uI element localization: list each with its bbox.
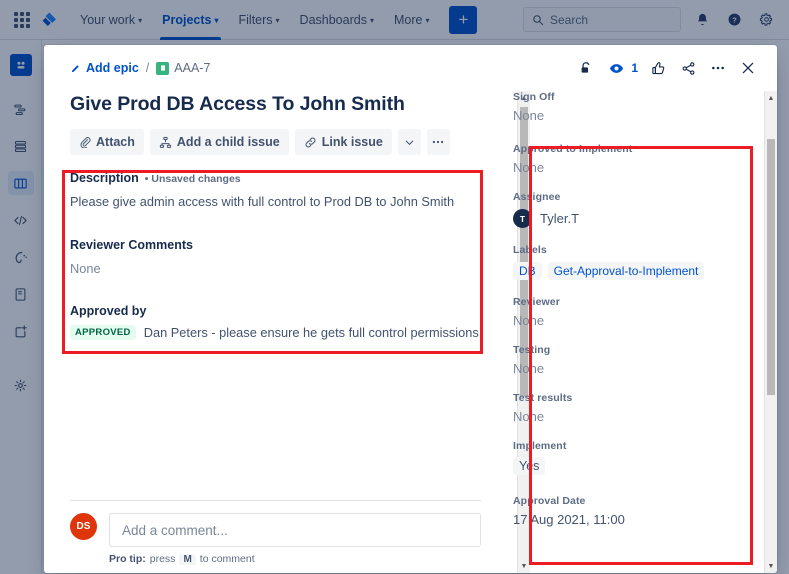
field-value[interactable]: None [513, 108, 757, 123]
story-icon [156, 61, 170, 75]
field-approved-to-implement: Approved to Implement None [513, 143, 757, 175]
pro-tip-mid: press [149, 553, 176, 565]
issue-title: Give Prod DB Access To John Smith [70, 93, 405, 115]
approved-by-text[interactable]: Dan Peters - please ensure he gets full … [144, 325, 479, 340]
more-ellipsis-icon [433, 140, 444, 144]
field-test-results: Test results None [513, 392, 757, 424]
attach-label: Attach [96, 135, 135, 149]
pro-tip: Pro tip: press M to comment [109, 553, 481, 565]
field-assignee: Assignee T Tyler.T [513, 191, 757, 228]
reviewer-comments-body[interactable]: None [70, 260, 481, 279]
avatar: T [513, 209, 532, 228]
attach-button[interactable]: Attach [70, 129, 144, 155]
field-value[interactable]: 17 Aug 2021, 11:00 [513, 512, 757, 527]
pencil-icon [71, 64, 79, 72]
description-section: Description • Unsaved changes Please giv… [70, 171, 481, 212]
field-labels: Labels DB Get-Approval-to-Implement [513, 244, 757, 280]
modal-header-actions: 1 [573, 55, 761, 81]
unsaved-changes-text: Unsaved changes [151, 173, 241, 185]
details-scrollbar[interactable]: ▲ ▼ [764, 91, 777, 573]
comment-area: DS Add a comment... Pro tip: press M to … [70, 500, 481, 573]
unlock-icon[interactable] [573, 55, 599, 81]
field-approval-date: Approval Date 17 Aug 2021, 11:00 [513, 495, 757, 527]
issue-details-panel: Sign Off None Approved to Implement None… [499, 91, 777, 573]
add-epic-button[interactable]: Add epic [70, 61, 139, 75]
approved-by-section: Approved by APPROVED Dan Peters - please… [70, 304, 481, 341]
comment-divider [70, 500, 481, 501]
field-value[interactable]: None [513, 313, 757, 328]
breadcrumb: Add epic / AAA-7 [70, 61, 210, 75]
child-issue-icon [159, 136, 172, 148]
description-title: Description [70, 171, 139, 185]
share-icon[interactable] [675, 55, 701, 81]
issue-more-button[interactable] [426, 129, 450, 155]
field-testing: Testing None [513, 344, 757, 376]
breadcrumb-separator: / [145, 61, 150, 75]
field-label: Reviewer [513, 296, 560, 308]
field-label: Testing [513, 344, 551, 356]
field-label: Assignee [513, 191, 561, 203]
breadcrumb-issue-key: AAA-7 [174, 61, 211, 75]
scrollbar-thumb[interactable] [767, 139, 775, 395]
reviewer-comments-heading: Reviewer Comments [70, 238, 481, 252]
label-chip-get-approval[interactable]: Get-Approval-to-Implement [547, 262, 705, 280]
pro-tip-suffix: to comment [199, 553, 255, 565]
modal-header: Add epic / AAA-7 1 [44, 45, 777, 91]
field-label: Labels [513, 244, 547, 256]
description-body[interactable]: Please give admin access with full contr… [70, 193, 481, 212]
field-label: Test results [513, 392, 573, 404]
field-value[interactable]: None [513, 160, 757, 175]
label-chip-db[interactable]: DB [513, 262, 542, 280]
avatar[interactable]: DS [70, 513, 97, 540]
issue-main-column: Give Prod DB Access To John Smith Attach… [44, 91, 499, 573]
add-comment-placeholder: Add a comment... [122, 522, 228, 538]
add-epic-label: Add epic [86, 61, 139, 75]
description-heading: Description • Unsaved changes [70, 171, 481, 185]
unsaved-changes-note: • Unsaved changes [144, 173, 241, 185]
approved-by-row: APPROVED Dan Peters - please ensure he g… [70, 325, 481, 341]
labels-row: DB Get-Approval-to-Implement [513, 262, 757, 280]
link-issue-button[interactable]: Link issue [294, 129, 392, 155]
scroll-down-arrow-icon[interactable]: ▼ [765, 559, 777, 573]
approved-by-title: Approved by [70, 304, 147, 319]
field-sign-off: Sign Off None [513, 91, 757, 123]
pro-tip-key: M [179, 553, 196, 565]
field-value[interactable]: Yes [513, 457, 546, 475]
breadcrumb-issue-link[interactable]: AAA-7 [156, 61, 210, 75]
status-badge: APPROVED [70, 325, 136, 341]
app-root: Your work ▾ Projects ▾ Filters ▾ Dashboa… [0, 0, 789, 574]
assignee-row[interactable]: T Tyler.T [513, 209, 757, 228]
reviewer-comments-section: Reviewer Comments None [70, 238, 481, 279]
field-reviewer: Reviewer None [513, 296, 757, 328]
paperclip-icon [80, 137, 91, 148]
watch-eye-icon[interactable] [603, 55, 629, 81]
add-child-issue-label: Add a child issue [176, 135, 280, 149]
modal-body: Give Prod DB Access To John Smith Attach… [44, 91, 777, 573]
field-label: Sign Off [513, 91, 555, 103]
add-child-issue-button[interactable]: Add a child issue [149, 129, 289, 155]
close-x-icon[interactable] [735, 55, 761, 81]
field-label: Approval Date [513, 495, 586, 507]
scroll-up-arrow-icon[interactable]: ▲ [765, 91, 777, 105]
reviewer-comments-title: Reviewer Comments [70, 237, 193, 252]
watch-count: 1 [631, 61, 638, 75]
thumbs-up-icon[interactable] [645, 55, 671, 81]
link-icon [305, 137, 316, 147]
field-label: Implement [513, 440, 567, 452]
issue-detail-modal: Add epic / AAA-7 1 Give Prod DB Access T… [44, 45, 777, 573]
more-ellipsis-icon[interactable] [705, 55, 731, 81]
approved-by-heading: Approved by [70, 304, 481, 318]
issue-action-buttons: Attach Add a child issue Link issue [70, 129, 481, 155]
link-issue-label: Link issue [321, 135, 383, 149]
field-implement: Implement Yes [513, 440, 757, 475]
field-value: Tyler.T [540, 211, 580, 226]
field-value[interactable]: None [513, 409, 757, 424]
chevron-down-icon [405, 140, 414, 145]
more-actions-dropdown-button[interactable] [397, 129, 421, 155]
comment-row: DS Add a comment... [70, 513, 481, 547]
pro-tip-prefix: Pro tip: [109, 553, 146, 565]
field-value[interactable]: None [513, 361, 757, 376]
field-label: Approved to Implement [513, 143, 633, 155]
add-comment-input[interactable]: Add a comment... [109, 513, 481, 547]
